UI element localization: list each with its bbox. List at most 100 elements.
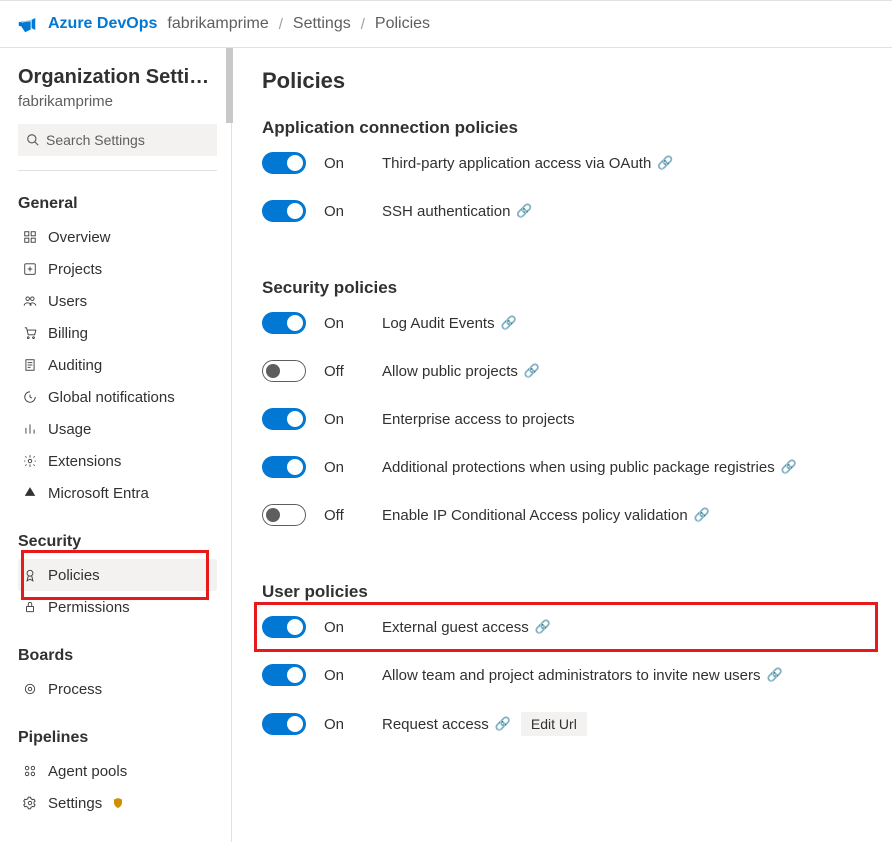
policy-label: Log Audit Events — [382, 315, 495, 332]
agent-pools-icon — [22, 764, 38, 778]
toggle-enterprise-access[interactable] — [262, 408, 306, 430]
toggle-state: Off — [324, 507, 364, 524]
policy-row-guest-access: On External guest access🔗 — [262, 616, 884, 638]
sidebar-item-permissions[interactable]: Permissions — [18, 591, 217, 623]
link-icon[interactable]: 🔗 — [657, 155, 673, 171]
breadcrumb-org[interactable]: fabrikamprime — [167, 15, 268, 33]
sidebar-item-label: Agent pools — [48, 763, 127, 780]
toggle-state: On — [324, 716, 364, 733]
sidebar-item-label: Process — [48, 681, 102, 698]
link-icon[interactable]: 🔗 — [495, 716, 511, 732]
policy-row-oauth: On Third-party application access via OA… — [262, 152, 884, 174]
edit-url-button[interactable]: Edit Url — [521, 712, 587, 736]
breadcrumb-settings[interactable]: Settings — [293, 15, 351, 33]
sidebar-heading-general: General — [18, 195, 217, 213]
policy-label: Request access — [382, 716, 489, 733]
toggle-state: On — [324, 155, 364, 172]
sidebar-item-agent-pools[interactable]: Agent pools — [18, 755, 217, 787]
link-icon[interactable]: 🔗 — [694, 507, 710, 523]
toggle-invite-users[interactable] — [262, 664, 306, 686]
sidebar-item-projects[interactable]: Projects — [18, 253, 217, 285]
toggle-state: On — [324, 459, 364, 476]
notifications-icon — [22, 390, 38, 404]
sidebar-item-microsoft-entra[interactable]: Microsoft Entra — [18, 477, 217, 509]
main-content: Policies Application connection policies… — [232, 48, 892, 842]
azure-devops-logo-icon — [16, 13, 38, 35]
policy-label: SSH authentication — [382, 203, 510, 220]
policy-row-audit: On Log Audit Events 🔗 — [262, 312, 884, 334]
link-icon[interactable]: 🔗 — [524, 363, 540, 379]
sidebar-item-process[interactable]: Process — [18, 673, 217, 705]
users-icon — [22, 294, 38, 308]
policy-label: Allow team and project administrators to… — [382, 667, 761, 684]
section-title-app-connection: Application connection policies — [262, 118, 884, 138]
link-icon[interactable]: 🔗 — [535, 619, 551, 635]
sidebar-item-auditing[interactable]: Auditing — [18, 349, 217, 381]
link-icon[interactable]: 🔗 — [516, 203, 532, 219]
policy-label: Enterprise access to projects — [382, 411, 575, 428]
section-title-user: User policies — [262, 582, 884, 602]
sidebar-item-usage[interactable]: Usage — [18, 413, 217, 445]
toggle-state: On — [324, 619, 364, 636]
auditing-icon — [22, 358, 38, 372]
sidebar-heading-boards: Boards — [18, 647, 217, 665]
search-input[interactable] — [46, 132, 209, 148]
toggle-public-projects[interactable] — [262, 360, 306, 382]
toggle-state: On — [324, 203, 364, 220]
toggle-state: On — [324, 667, 364, 684]
toggle-request-access[interactable] — [262, 713, 306, 735]
sidebar-item-label: Permissions — [48, 599, 130, 616]
sidebar-item-label: Settings — [48, 795, 102, 812]
policy-row-enterprise-access: On Enterprise access to projects — [262, 408, 884, 430]
sidebar-item-label: Microsoft Entra — [48, 485, 149, 502]
toggle-ssh[interactable] — [262, 200, 306, 222]
policy-row-public-projects: Off Allow public projects🔗 — [262, 360, 884, 382]
toggle-audit[interactable] — [262, 312, 306, 334]
settings-search[interactable] — [18, 124, 217, 156]
link-icon[interactable]: 🔗 — [767, 667, 783, 683]
policy-row-request-access: On Request access 🔗 Edit Url — [262, 712, 884, 736]
section-title-security: Security policies — [262, 278, 884, 298]
toggle-guest-access[interactable] — [262, 616, 306, 638]
toggle-state: Off — [324, 363, 364, 380]
sidebar-item-policies[interactable]: Policies — [18, 559, 217, 591]
toggle-ip-conditional[interactable] — [262, 504, 306, 526]
sidebar-heading-security: Security — [18, 533, 217, 551]
policy-row-ssh: On SSH authentication 🔗 — [262, 200, 884, 222]
overview-icon — [22, 230, 38, 244]
policy-row-invite-users: On Allow team and project administrators… — [262, 664, 884, 686]
sidebar-item-label: Billing — [48, 325, 88, 342]
shield-badge-icon — [112, 797, 124, 809]
page-title: Policies — [262, 68, 884, 94]
sidebar-item-extensions[interactable]: Extensions — [18, 445, 217, 477]
policies-icon — [22, 568, 38, 582]
sidebar-item-label: Usage — [48, 421, 91, 438]
projects-icon — [22, 262, 38, 276]
sidebar-item-label: Overview — [48, 229, 111, 246]
sidebar-item-pipeline-settings[interactable]: Settings — [18, 787, 217, 819]
breadcrumb-product[interactable]: Azure DevOps — [48, 15, 157, 33]
link-icon[interactable]: 🔗 — [501, 315, 517, 331]
sidebar-subtitle: fabrikamprime — [18, 93, 217, 110]
sidebar-item-label: Users — [48, 293, 87, 310]
sidebar-item-global-notifications[interactable]: Global notifications — [18, 381, 217, 413]
sidebar-item-billing[interactable]: Billing — [18, 317, 217, 349]
policy-label: Enable IP Conditional Access policy vali… — [382, 507, 688, 524]
toggle-state: On — [324, 315, 364, 332]
billing-icon — [22, 326, 38, 340]
policy-row-package-protections: On Additional protections when using pub… — [262, 456, 884, 478]
toggle-package-protections[interactable] — [262, 456, 306, 478]
sidebar-item-label: Projects — [48, 261, 102, 278]
breadcrumb-policies[interactable]: Policies — [375, 15, 430, 33]
toggle-oauth[interactable] — [262, 152, 306, 174]
permissions-icon — [22, 600, 38, 614]
link-icon[interactable]: 🔗 — [781, 459, 797, 475]
sidebar-item-overview[interactable]: Overview — [18, 221, 217, 253]
search-icon — [26, 133, 40, 147]
sidebar-item-label: Auditing — [48, 357, 102, 374]
policy-label: Additional protections when using public… — [382, 459, 775, 476]
sidebar-item-users[interactable]: Users — [18, 285, 217, 317]
sidebar-item-label: Global notifications — [48, 389, 175, 406]
sidebar-item-label: Extensions — [48, 453, 121, 470]
extensions-icon — [22, 454, 38, 468]
